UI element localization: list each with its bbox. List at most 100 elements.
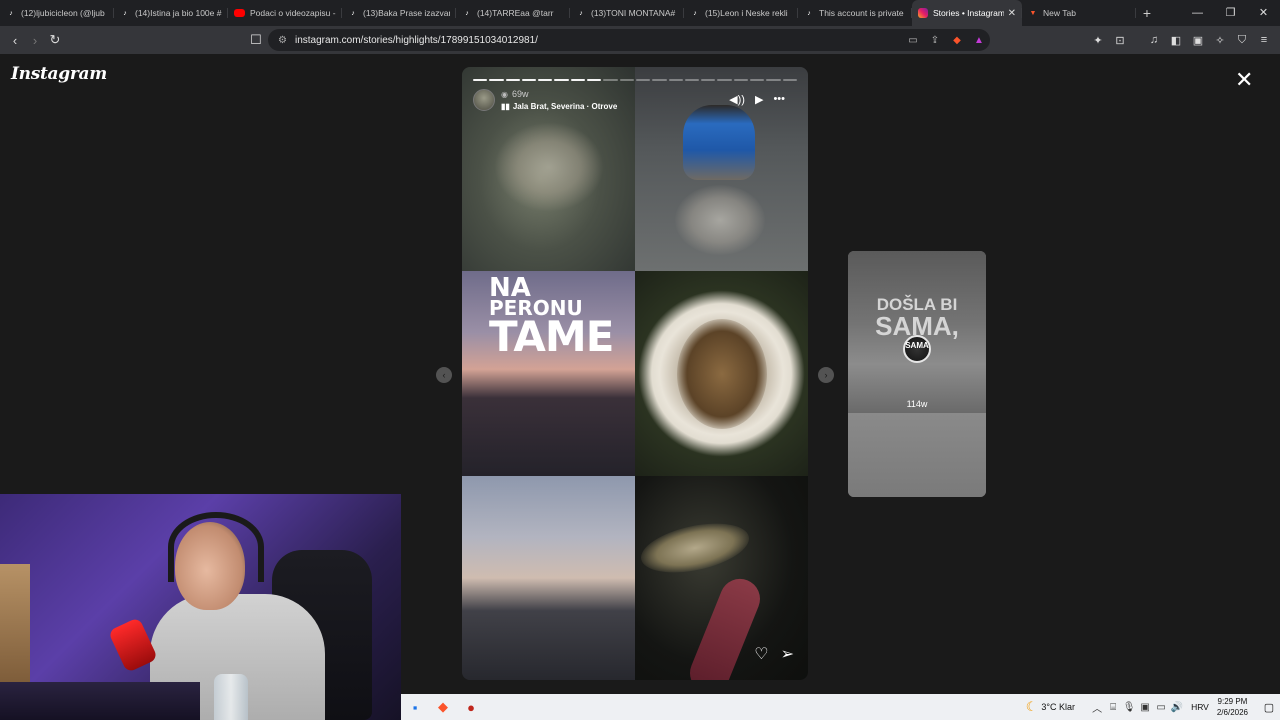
system-tray: ☾ 3°C Klar ︿ ⌸ 🎙 ▣ ▭ 🔊 HRV 9:29 PM 2/6/2… bbox=[1026, 694, 1280, 720]
address-bar[interactable]: ⚙ instagram.com/stories/highlights/17899… bbox=[268, 29, 990, 51]
toolbar-extensions: ✦ ⊡ ♫ ◧ ▣ ✧ ⛉ ≡ bbox=[1088, 30, 1274, 50]
site-info-icon[interactable]: ⚙ bbox=[278, 35, 287, 46]
media-icon[interactable]: ♫ bbox=[1144, 30, 1164, 50]
tab[interactable]: ♪ (13)TONI MONTANA# bbox=[570, 0, 684, 26]
next-story-icon[interactable]: › bbox=[818, 367, 834, 383]
tiktok-icon: ♪ bbox=[351, 9, 355, 17]
tab[interactable]: Podaci o videozapisu - bbox=[228, 0, 342, 26]
progress-segment bbox=[782, 79, 797, 81]
tab[interactable]: ♪ (15)Leon i Neske rekli bbox=[684, 0, 798, 26]
network-icon[interactable]: ▭ bbox=[1153, 702, 1169, 713]
heart-icon[interactable]: ♡ bbox=[754, 644, 768, 664]
forward-arrow-icon[interactable]: › bbox=[25, 30, 45, 50]
tab-close-icon[interactable]: ✕ bbox=[1008, 8, 1016, 19]
file-explorer-icon[interactable]: ▪ bbox=[401, 694, 429, 720]
share-icon[interactable]: ⇪ bbox=[924, 35, 946, 46]
progress-segment bbox=[570, 79, 586, 81]
tiktok-icon: ♪ bbox=[693, 9, 697, 17]
more-options-icon[interactable]: ••• bbox=[773, 93, 785, 106]
progress-segment bbox=[554, 79, 569, 81]
sidebar-icon[interactable]: ◧ bbox=[1166, 30, 1186, 50]
tiktok-icon: ♪ bbox=[9, 9, 13, 17]
progress-segment bbox=[619, 79, 634, 81]
clock-date: 2/6/2026 bbox=[1216, 708, 1248, 717]
progress-segment bbox=[521, 79, 537, 81]
profile-icon: ◉ bbox=[501, 89, 508, 99]
close-window-button[interactable]: ✕ bbox=[1247, 0, 1280, 26]
close-icon[interactable]: ✕ bbox=[1235, 67, 1253, 93]
leo-ai-icon[interactable]: ✧ bbox=[1210, 30, 1230, 50]
notification-icon[interactable]: ▢ bbox=[1258, 701, 1280, 714]
clock[interactable]: 9:29 PM 2/6/2026 bbox=[1217, 696, 1248, 718]
tab-active[interactable]: Stories • Instagram ✕ bbox=[912, 0, 1022, 26]
progress-segment bbox=[635, 79, 651, 81]
story-controls: ◀)) ▶ ••• bbox=[729, 93, 785, 106]
progress-segment bbox=[701, 79, 716, 81]
tab[interactable]: ♪ This account is private bbox=[798, 0, 912, 26]
progress-segment bbox=[750, 79, 765, 81]
play-icon[interactable]: ▶ bbox=[755, 93, 763, 106]
story-progress-bar bbox=[473, 79, 797, 81]
weather-icon[interactable]: ☾ bbox=[1026, 699, 1038, 715]
youtube-icon bbox=[234, 9, 245, 17]
progress-segment bbox=[766, 79, 781, 81]
tab[interactable]: ♪ (14)TARREaa @tarr bbox=[456, 0, 570, 26]
next-story-preview[interactable]: DOŠLA BI SAMA, SAMA 114w bbox=[848, 251, 986, 497]
vpn-icon[interactable]: ⛉ bbox=[1232, 30, 1252, 50]
microphone-icon[interactable]: 🎙 bbox=[1121, 702, 1137, 713]
back-arrow-icon[interactable]: ‹ bbox=[5, 30, 25, 50]
bookmark-icon[interactable]: ☐ bbox=[246, 30, 266, 50]
maximize-button[interactable]: ❐ bbox=[1214, 0, 1247, 26]
previous-story-icon[interactable]: ‹ bbox=[436, 367, 452, 383]
brave-rewards-icon[interactable]: ▲ bbox=[968, 35, 990, 46]
brave-shields-icon[interactable]: ◆ bbox=[946, 35, 968, 46]
screenshot-icon[interactable]: ⊡ bbox=[1110, 30, 1130, 50]
obs-taskbar-icon[interactable]: ● bbox=[457, 694, 485, 720]
volume-icon[interactable]: ◀)) bbox=[729, 93, 745, 106]
photo-cloudy-river bbox=[462, 476, 635, 680]
weather-label: Klar bbox=[1059, 702, 1076, 712]
reload-icon[interactable]: ↻ bbox=[45, 30, 65, 50]
brave-icon: ▼ bbox=[1029, 9, 1037, 17]
volume-icon[interactable]: 🔊 bbox=[1169, 702, 1185, 713]
tiktok-icon: ♪ bbox=[465, 9, 469, 17]
music-bars-icon: ▮▮ bbox=[501, 102, 510, 111]
chevron-up-icon[interactable]: ︿ bbox=[1089, 700, 1105, 715]
tab[interactable]: ♪ (12)ljubicicleon (@ljub bbox=[0, 0, 114, 26]
music-label: Jala Brat, Severina · Otrove bbox=[512, 102, 618, 111]
weather-temp: 3°C bbox=[1041, 702, 1057, 712]
progress-segment bbox=[733, 79, 749, 81]
tab[interactable]: ▼ New Tab bbox=[1022, 0, 1136, 26]
progress-segment bbox=[538, 79, 553, 81]
display-icon[interactable]: ▣ bbox=[1137, 702, 1153, 713]
progress-segment bbox=[587, 79, 602, 81]
progress-segment bbox=[668, 79, 683, 81]
wallet-icon[interactable]: ▣ bbox=[1188, 30, 1208, 50]
avatar[interactable] bbox=[473, 89, 495, 111]
story-collage: NA PERONU TAME bbox=[462, 67, 808, 680]
progress-segment bbox=[505, 79, 520, 81]
usb-icon[interactable]: ⌸ bbox=[1105, 702, 1121, 713]
extensions-icon[interactable]: ✦ bbox=[1088, 30, 1108, 50]
story-time: 69w bbox=[511, 89, 529, 99]
url-text[interactable]: instagram.com/stories/highlights/1789915… bbox=[295, 35, 902, 46]
clock-time: 9:29 PM bbox=[1217, 697, 1248, 706]
current-story[interactable]: NA PERONU TAME ◉ 69w ▮▮ Jala Brat, Sever… bbox=[462, 67, 808, 680]
brave-taskbar-icon[interactable]: ◆ bbox=[429, 694, 457, 720]
music-link[interactable]: ▮▮ Jala Brat, Severina · Otrove bbox=[501, 102, 617, 111]
instagram-logo[interactable]: Instagram bbox=[11, 64, 107, 84]
tab[interactable]: ♪ (14)Istina ja bio 100e # bbox=[114, 0, 228, 26]
progress-segment bbox=[684, 79, 700, 81]
progress-segment bbox=[603, 79, 618, 81]
send-icon[interactable]: ➢ bbox=[781, 644, 794, 664]
next-story-username: SAMA bbox=[905, 341, 929, 350]
language-indicator[interactable]: HRV bbox=[1191, 702, 1209, 712]
minimize-button[interactable]: — bbox=[1181, 0, 1214, 26]
menu-icon[interactable]: ≡ bbox=[1254, 30, 1274, 50]
weather-widget[interactable]: 3°C Klar bbox=[1041, 702, 1075, 712]
tab[interactable]: ♪ (13)Baka Prase izazvan bbox=[342, 0, 456, 26]
new-tab-button[interactable]: + bbox=[1136, 5, 1158, 21]
cast-icon[interactable]: ▭ bbox=[902, 35, 924, 46]
browser-tab-bar: ♪ (12)ljubicicleon (@ljub ♪ (14)Istina ja … bbox=[0, 0, 1280, 26]
instagram-icon bbox=[918, 8, 928, 18]
